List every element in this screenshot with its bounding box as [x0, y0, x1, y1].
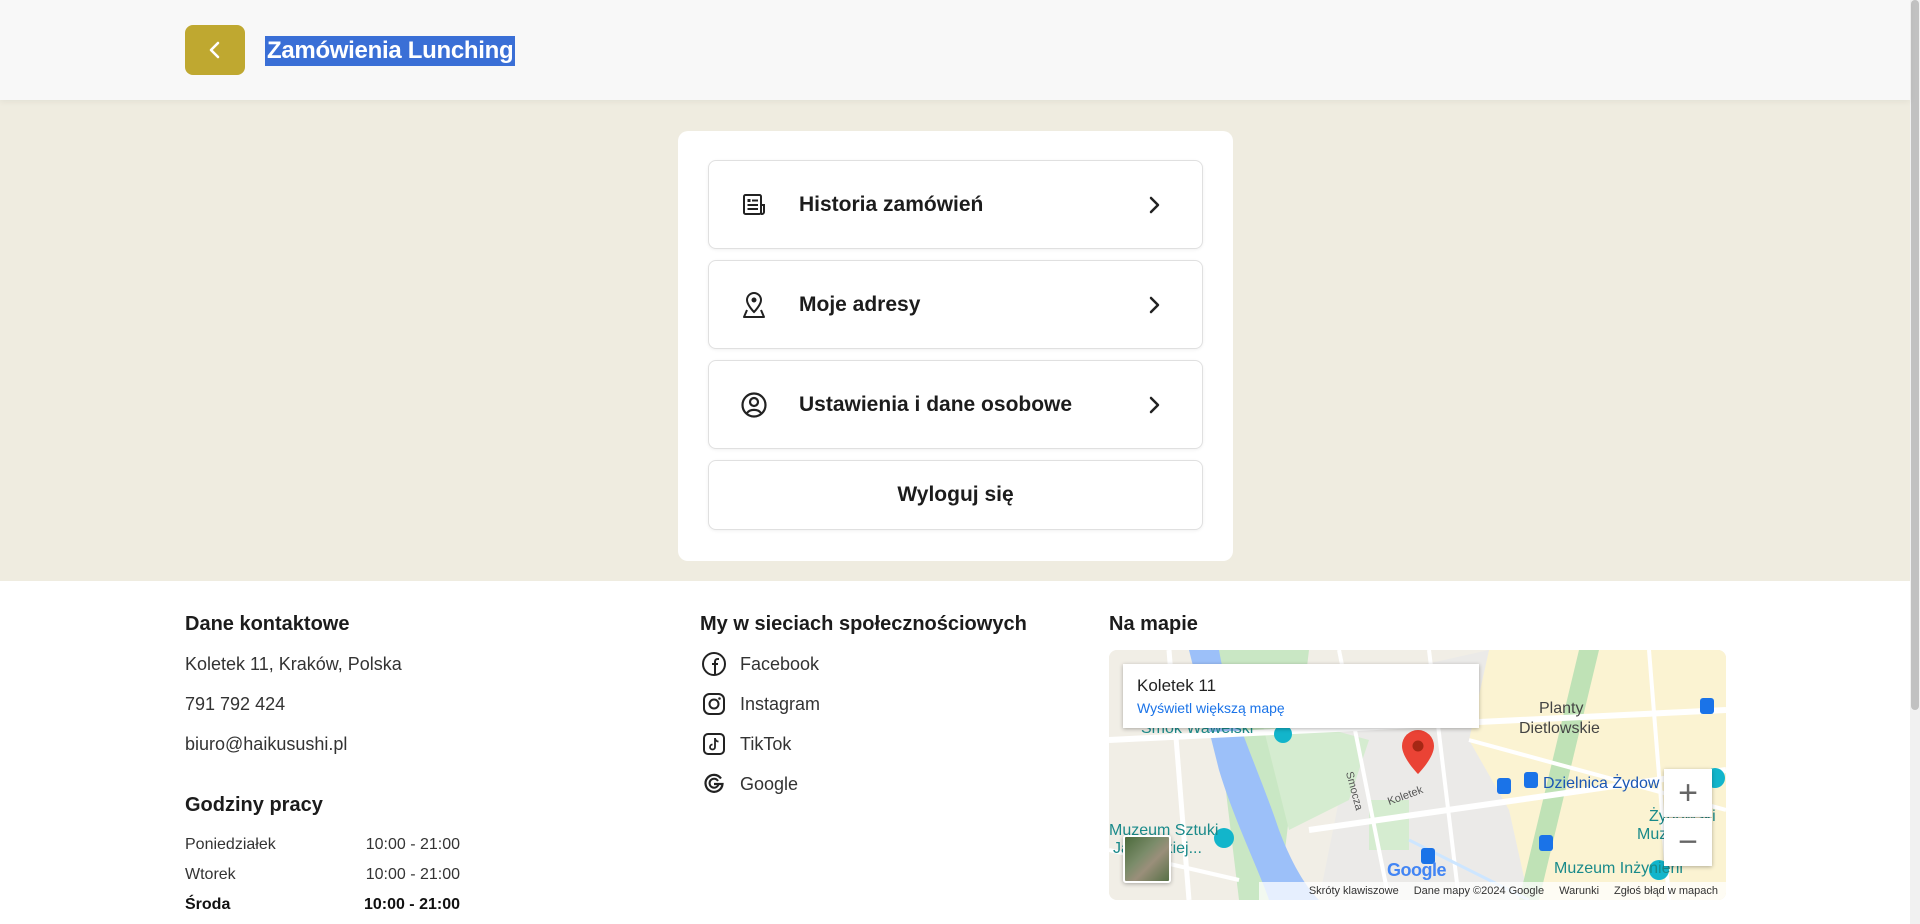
hours-row-today: Środa 10:00 - 21:00: [185, 896, 460, 914]
scrollbar-thumb[interactable]: [1911, 0, 1919, 710]
contact-email-link[interactable]: biuro@haikusushi.pl: [185, 734, 347, 755]
page-scrollbar[interactable]: [1910, 0, 1920, 924]
map-place-title: Koletek 11: [1137, 676, 1217, 695]
map-label: Planty: [1539, 700, 1584, 717]
terms-link[interactable]: Warunki: [1559, 885, 1599, 897]
hours-heading: Godziny pracy: [185, 794, 323, 816]
instagram-icon: [700, 690, 728, 718]
receipt-list-icon: [739, 190, 769, 220]
minus-icon: −: [1678, 823, 1698, 861]
google-icon: [700, 770, 728, 798]
map-label: Dietlowskie: [1519, 720, 1600, 737]
hours-day: Poniedziałek: [185, 836, 276, 853]
hours-day: Środa: [185, 896, 231, 913]
google-map[interactable]: Planty Dietlowskie Dzielnica Żydow Żydow…: [1109, 650, 1726, 900]
account-menu-card: Historia zamówień Moje adresy Ustawienia…: [678, 131, 1233, 561]
social-label: Instagram: [740, 693, 821, 714]
social-label: Facebook: [740, 653, 820, 674]
menu-item-label: Moje adresy: [799, 292, 921, 316]
logout-button[interactable]: Wyloguj się: [708, 460, 1203, 530]
hours-time: 10:00 - 21:00: [365, 866, 460, 883]
menu-item-order-history[interactable]: Historia zamówień: [708, 160, 1203, 249]
report-error-link[interactable]: Zgłoś błąd w mapach: [1614, 885, 1718, 897]
chevron-left-icon: [209, 41, 220, 59]
satellite-toggle-button[interactable]: [1123, 835, 1171, 883]
social-link-instagram[interactable]: Instagram: [700, 690, 820, 718]
page-title: Zamówienia Lunching: [265, 36, 516, 66]
menu-item-my-addresses[interactable]: Moje adresy: [708, 260, 1203, 349]
hours-time: 10:00 - 21:00: [363, 896, 460, 913]
hours-row: Poniedziałek 10:00 - 21:00: [185, 836, 460, 854]
social-label: TikTok: [740, 733, 792, 754]
social-link-google[interactable]: Google: [700, 770, 798, 798]
zoom-in-button[interactable]: +: [1664, 769, 1712, 817]
facebook-icon: [700, 650, 728, 678]
contact-phone-link[interactable]: 791 792 424: [185, 694, 285, 715]
top-header: Zamówienia Lunching: [0, 0, 1910, 100]
plus-icon: +: [1678, 774, 1698, 812]
map-info-window: Koletek 11 Wyświetl większą mapę: [1123, 664, 1479, 728]
map-attribution-bar: Skróty klawiszowe Dane mapy ©2024 Google…: [1259, 882, 1726, 900]
map-label: Dzielnica Żydow: [1543, 775, 1660, 792]
map-pin-icon: [739, 290, 769, 320]
menu-item-label: Ustawienia i dane osobowe: [799, 392, 1073, 416]
contact-address: Koletek 11, Kraków, Polska: [185, 654, 402, 674]
hours-row: Wtorek 10:00 - 21:00: [185, 866, 460, 884]
hours-day: Wtorek: [185, 866, 236, 883]
social-label: Google: [740, 773, 799, 794]
hours-time: 10:00 - 21:00: [365, 836, 460, 853]
chevron-right-icon: [1142, 193, 1166, 217]
tiktok-icon: [700, 730, 728, 758]
menu-item-settings[interactable]: Ustawienia i dane osobowe: [708, 360, 1203, 449]
contact-heading: Dane kontaktowe: [185, 613, 350, 635]
back-button[interactable]: [185, 25, 245, 75]
google-logo: Google: [1387, 860, 1447, 880]
social-link-facebook[interactable]: Facebook: [700, 650, 819, 678]
map-data-text: Dane mapy ©2024 Google: [1413, 885, 1545, 897]
social-link-tiktok[interactable]: TikTok: [700, 730, 791, 758]
zoom-out-button[interactable]: −: [1664, 818, 1712, 866]
chevron-right-icon: [1142, 293, 1166, 317]
keyboard-shortcuts-link[interactable]: Skróty klawiszowe: [1309, 885, 1399, 897]
user-circle-icon: [739, 390, 769, 420]
chevron-right-icon: [1142, 393, 1166, 417]
menu-item-label: Historia zamówień: [799, 192, 984, 216]
social-heading: My w sieciach społecznościowych: [700, 613, 1027, 635]
view-larger-map-link[interactable]: Wyświetl większą mapę: [1137, 700, 1465, 716]
map-heading: Na mapie: [1109, 613, 1198, 635]
